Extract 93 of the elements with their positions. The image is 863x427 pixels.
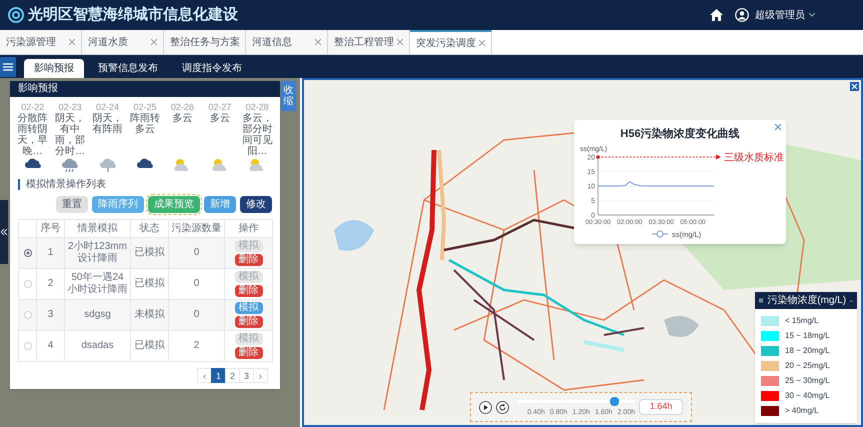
action-button[interactable]: 重置 — [56, 196, 88, 213]
user-name[interactable]: 超级管理员 — [755, 8, 805, 22]
logo-icon — [8, 7, 24, 23]
table-cell: sdgsg — [84, 309, 111, 320]
legend-label: 18 ~ 20mg/L — [785, 345, 830, 357]
close-icon[interactable] — [479, 40, 485, 46]
tab[interactable]: 突发污染调度 — [410, 30, 492, 54]
time-readout: 1.64h — [639, 399, 683, 415]
table-cell: 已模拟 — [134, 247, 164, 258]
pager-button[interactable]: 2 — [225, 368, 240, 383]
legend-title: 污染物浓度(mg/L) — [767, 294, 846, 308]
menu-button[interactable] — [0, 56, 16, 76]
legend-label: 15 ~ 18mg/L — [785, 330, 830, 342]
sub-tab[interactable]: 调度指令发布 — [172, 59, 252, 78]
forecast-date: 02-26 — [170, 101, 194, 113]
weather-description: 多云 — [208, 113, 231, 126]
tab[interactable]: 整治工程管理 — [328, 30, 410, 54]
sub-tab[interactable]: 影响预报 — [24, 59, 84, 78]
table-cell: 0 — [194, 309, 200, 320]
table-cell: 已模拟 — [134, 340, 164, 351]
pager-button[interactable]: 3 — [239, 368, 254, 383]
weather-description: 阴天，有中雨，部分时… — [54, 113, 86, 157]
legend-label: 25 ~ 30mg/L — [785, 375, 830, 387]
delete-button[interactable]: 删除 — [234, 316, 262, 328]
weather-description: 多云，部分时间可见阳… — [241, 113, 274, 157]
weather-description: 分散阵雨转阴天，早晚… — [16, 113, 49, 157]
close-icon[interactable] — [151, 39, 157, 45]
tab[interactable]: 河道水质 — [82, 30, 164, 54]
threshold-label: 三级水质标准 — [724, 152, 784, 163]
menu-icon[interactable] — [3, 62, 13, 70]
legend-header[interactable]: 污染物浓度(mg/L) — [755, 292, 857, 309]
forecast-date: 02-22 — [21, 101, 44, 112]
rain-cloud-icon — [98, 157, 118, 173]
section-title: 模拟情景操作列表 — [26, 178, 106, 192]
simulate-button[interactable]: 模拟 — [234, 302, 262, 314]
rain-cloud-icon — [60, 157, 80, 173]
collapse-button[interactable]: 收缩 — [281, 81, 296, 111]
double-chevron-icon[interactable] — [1, 229, 7, 235]
close-icon[interactable] — [775, 124, 781, 130]
section-marker — [18, 179, 20, 190]
close-icon[interactable] — [397, 39, 403, 45]
table-cell: 4 — [48, 340, 54, 351]
table-cell: 3 — [48, 309, 54, 320]
caret-icon[interactable] — [809, 13, 815, 17]
forecast-date: 02-24 — [96, 101, 120, 113]
table-cell: 2小时123mm设计降雨 — [68, 241, 127, 264]
legend-marker-icon — [652, 230, 668, 237]
forecast-date: 02-25 — [133, 101, 156, 112]
tab[interactable]: 污染源管理 — [0, 30, 82, 54]
play-icon[interactable] — [479, 400, 492, 414]
legend-label: 30 ~ 40mg/L — [785, 390, 830, 402]
table-cell: 2 — [194, 340, 200, 351]
chart-title: H56污染物浓度变化曲线 — [620, 126, 740, 142]
delete-button[interactable]: 删除 — [234, 254, 262, 266]
table-cell: 0 — [194, 247, 200, 258]
table-cell: 已模拟 — [134, 278, 164, 289]
table-cell: 50年一遇24小时设计降雨 — [68, 272, 128, 295]
table-cell: 2 — [48, 278, 54, 289]
table-cell: 1 — [48, 247, 54, 258]
pager-button[interactable]: › — [253, 368, 268, 383]
slider-thumb[interactable] — [610, 396, 619, 406]
panel-title: 影响预报 — [10, 81, 280, 97]
action-button[interactable]: 修改 — [240, 196, 272, 213]
forecast-date: 02-23 — [58, 101, 82, 113]
grid-icon — [759, 296, 764, 305]
delete-button[interactable]: 删除 — [234, 347, 262, 359]
weather-description: 阵雨转多云 — [128, 113, 161, 137]
app-title: 光明区智慧海绵城市信息化建设 — [28, 4, 238, 25]
expand-side-tab[interactable] — [0, 200, 8, 264]
forecast-date: 02-28 — [246, 101, 269, 113]
weather-description: 多云 — [171, 113, 194, 126]
table-cell: 0 — [194, 278, 200, 289]
legend-label: 20 ~ 25mg/L — [785, 360, 830, 372]
weather-description: 阴天，有阵雨 — [92, 113, 124, 137]
pager-button[interactable]: 1 — [211, 368, 226, 383]
table-cell: 未模拟 — [134, 309, 164, 320]
user-avatar-icon[interactable] — [735, 8, 749, 22]
tab[interactable]: 河道信息 — [246, 30, 328, 54]
radio-button[interactable] — [24, 249, 32, 257]
action-button[interactable]: 成果预览 — [148, 196, 200, 213]
delete-button[interactable]: 删除 — [234, 285, 262, 297]
legend-label: < 15mg/L — [785, 315, 819, 327]
pager-button[interactable]: ‹ — [197, 368, 212, 383]
table-cell: dsadas — [81, 340, 114, 351]
legend-label: > 40mg/L — [785, 405, 819, 417]
home-icon[interactable] — [710, 9, 723, 21]
forecast-date: 02-27 — [208, 101, 232, 113]
close-icon[interactable] — [315, 39, 321, 45]
refresh-icon[interactable] — [496, 400, 509, 414]
close-icon[interactable] — [69, 39, 75, 45]
tab[interactable]: 整治任务与方案 — [164, 30, 246, 54]
sub-tab[interactable]: 预警信息发布 — [88, 59, 168, 78]
action-button[interactable]: 新增 — [204, 196, 236, 213]
